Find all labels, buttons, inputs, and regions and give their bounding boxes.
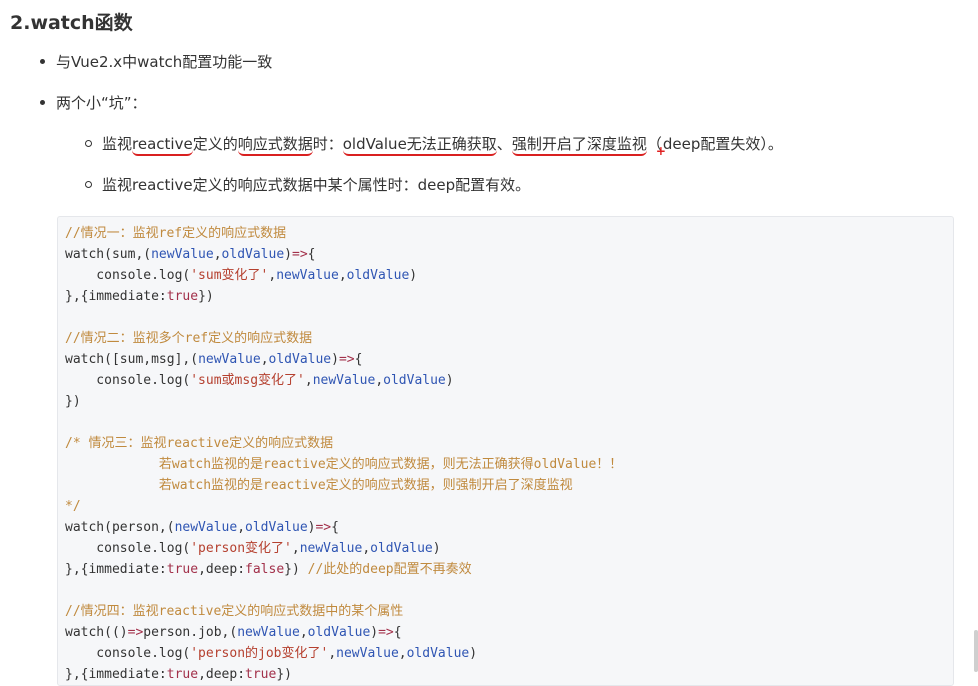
sub-bullet-circle [85,181,92,188]
bullet-item: 两个小“坑”： [40,92,147,113]
code-line: watch(person,(newValue,oldValue)=>{ [65,520,339,535]
code-line: watch([sum,msg],(newValue,oldValue)=>{ [65,352,363,367]
code-comment: //情况四：监视reactive定义的响应式数据中的某个属性 [65,604,404,619]
code-line: }) [65,394,81,409]
sub-bullet-circle [85,140,92,147]
code-comment: 若watch监视的是reactive定义的响应式数据，则强制开启了深度监视 [65,478,573,493]
bullet-dot [40,100,45,105]
code-comment: */ [65,499,81,514]
scrollbar-thumb[interactable] [974,630,978,672]
code-line: console.log('person的job变化了',newValue,old… [65,646,478,661]
code-line: },{immediate:true}) [65,289,214,304]
annotation-underline: 强制开启了深度监视 [511,135,647,156]
code-line: console.log('sum或msg变化了',newValue,oldVal… [65,373,454,388]
bullet-text: 与Vue2.x中watch配置功能一致 [56,53,273,71]
sub-bullet-text: 监视reactive定义的响应式数据中某个属性时：deep配置有效。 [102,176,531,194]
code-line: },{immediate:true,deep:false}) //此处的deep… [65,562,472,577]
sub-bullet-item: 监视reactive定义的响应式数据中某个属性时：deep配置有效。 [85,174,530,195]
code-comment: //情况二：监视多个ref定义的响应式数据 [65,331,313,346]
code-line: watch(()=>person.job,(newValue,oldValue)… [65,625,402,640]
section-heading: 2.watch函数 [10,12,133,34]
annotation-underline: 响应式数据 [237,135,313,156]
code-line: },{immediate:true,deep:true}) [65,667,292,682]
annotation-underline: reactive [132,135,193,156]
code-block: //情况一：监视ref定义的响应式数据 watch(sum,(newValue,… [57,216,954,686]
code-comment: /* 情况三：监视reactive定义的响应式数据 [65,436,334,451]
cursor-cross-icon: + [655,144,666,158]
code-comment: //情况一：监视ref定义的响应式数据 [65,226,287,241]
code-line: watch(sum,(newValue,oldValue)=>{ [65,247,316,262]
bullet-item: 与Vue2.x中watch配置功能一致 [40,51,272,72]
sub-bullet-text: 监视reactive定义的响应式数据时：oldValue无法正确获取、强制开启了… [102,135,783,158]
bullet-text: 两个小“坑”： [56,94,147,112]
annotation-underline: oldValue无法正确获取 [342,135,497,156]
sub-bullet-item: 监视reactive定义的响应式数据时：oldValue无法正确获取、强制开启了… [85,133,783,158]
code-line: console.log('sum变化了',newValue,oldValue) [65,268,418,283]
code-comment: 若watch监视的是reactive定义的响应式数据，则无法正确获得oldVal… [65,457,623,472]
code-line: console.log('person变化了',newValue,oldValu… [65,541,441,556]
bullet-dot [40,59,45,64]
